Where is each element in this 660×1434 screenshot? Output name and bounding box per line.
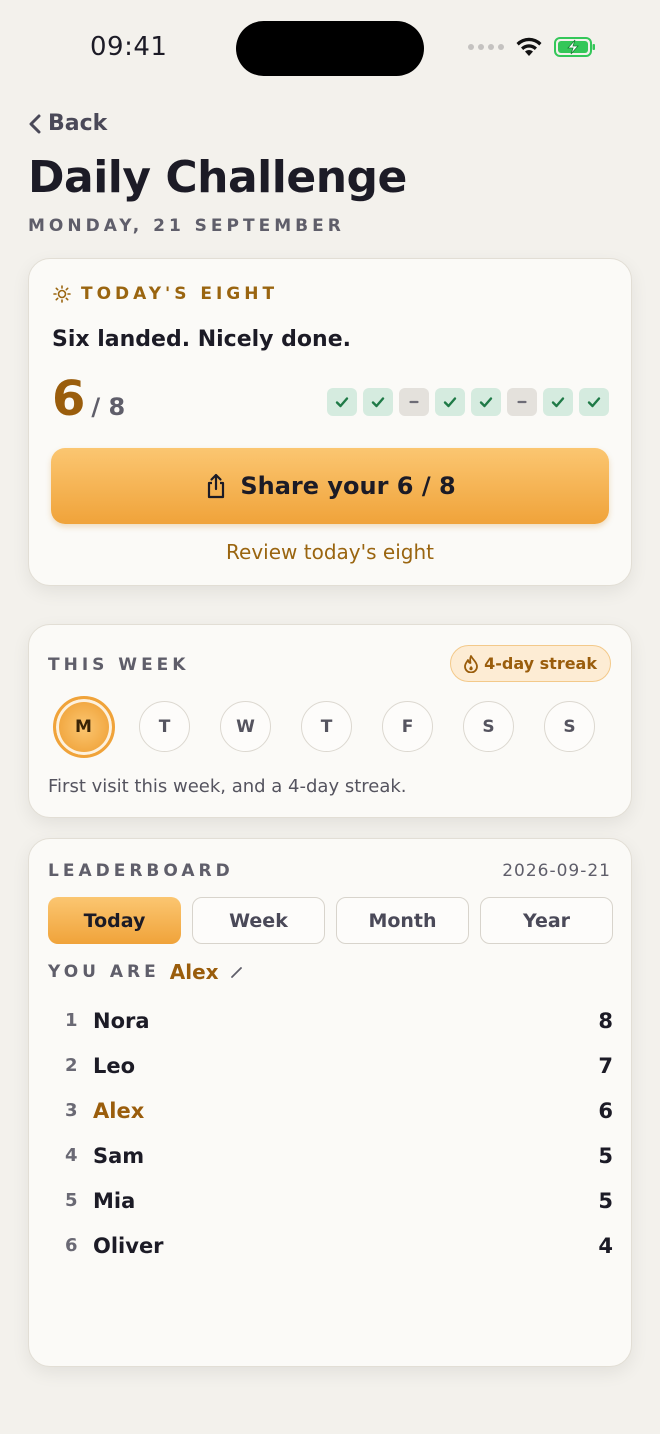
row-score: 5 [598,1188,613,1213]
week-card: THIS WEEK 4-day streak MTWTFSS First vis… [28,624,632,818]
leaderboard-list: 1 Nora 8 2 Leo 7 3 Alex 6 4 Sam 5 5 Mia 5 6 Oliver 4 [65,998,613,1268]
result-correct-icon [471,388,501,416]
row-rank: 6 [65,1235,78,1256]
review-link[interactable]: Review today's eight [29,540,631,564]
status-time: 09:41 [90,32,168,62]
back-label: Back [48,111,108,136]
you-name: Alex [169,960,219,984]
week-heading: THIS WEEK [48,655,190,675]
you-are-label: YOU ARE [48,962,160,982]
leaderboard-row: 4 Sam 5 [65,1133,613,1178]
leaderboard-row: 2 Leo 7 [65,1043,613,1088]
row-score: 8 [598,1008,613,1033]
row-player-name: Alex [93,1098,145,1123]
share-button[interactable]: Share your 6 / 8 [51,448,609,524]
wifi-icon [516,37,542,56]
today-heading-label: TODAY'S EIGHT [81,284,279,304]
row-player-name: Mia [93,1188,136,1213]
day-slot: T [139,701,190,752]
edit-pencil-icon[interactable] [229,964,245,980]
result-missed-icon [399,388,429,416]
day-circle-5: S [463,701,514,752]
row-score: 7 [598,1053,613,1078]
row-score: 5 [598,1143,613,1168]
share-icon [208,473,225,499]
sun-icon [53,285,71,303]
day-slot: S [544,701,595,752]
tab-month[interactable]: Month [336,897,469,944]
current-user: YOU ARE Alex [48,960,245,984]
day-slot: W [220,701,271,752]
row-player-name: Oliver [93,1233,164,1258]
result-correct-icon [579,388,609,416]
day-slot: S [463,701,514,752]
score-value: 6 [52,371,86,427]
result-correct-icon [327,388,357,416]
row-rank: 1 [65,1010,78,1031]
day-circle-3: T [301,701,352,752]
results-strip [327,388,609,416]
leaderboard-date: 2026-09-21 [502,861,611,881]
today-card: TODAY'S EIGHT Six landed. Nicely done. 6… [28,258,632,586]
result-message: Six landed. Nicely done. [52,327,351,352]
row-rank: 3 [65,1100,78,1121]
leaderboard-row: 3 Alex 6 [65,1088,613,1133]
row-rank: 4 [65,1145,78,1166]
week-note: First visit this week, and a 4-day strea… [48,776,407,797]
today-heading: TODAY'S EIGHT [53,284,278,304]
row-player-name: Leo [93,1053,136,1078]
row-rank: 2 [65,1055,78,1076]
row-score: 4 [598,1233,613,1258]
leaderboard-card: LEADERBOARD 2026-09-21 Today Week Month Yea… [28,838,632,1367]
status-indicators [468,36,596,58]
day-circle-1: T [139,701,190,752]
row-player-name: Sam [93,1143,145,1168]
page-title: Daily Challenge [28,152,407,203]
row-rank: 5 [65,1190,78,1211]
leaderboard-row: 5 Mia 5 [65,1178,613,1223]
day-slot: T [301,701,352,752]
result-correct-icon [435,388,465,416]
tab-year[interactable]: Year [480,897,613,944]
leaderboard-tabs: Today Week Month Year [48,897,613,944]
streak-badge: 4-day streak [450,645,611,682]
row-score: 6 [598,1098,613,1123]
back-button[interactable]: Back [28,111,107,136]
score-total: / 8 [91,393,126,421]
flame-icon [464,654,479,673]
leaderboard-heading: LEADERBOARD [48,861,234,881]
score-display: 6 / 8 [52,371,125,427]
chevron-left-icon [29,114,41,133]
cellular-signal-icon [468,44,504,50]
week-days: MTWTFSS [52,695,595,758]
dynamic-island [236,21,424,76]
battery-charging-icon [554,37,595,57]
result-missed-icon [507,388,537,416]
day-circle-2: W [220,701,271,752]
result-correct-icon [543,388,573,416]
streak-label: 4-day streak [484,654,597,673]
page-date: MONDAY, 21 SEPTEMBER [28,216,345,236]
day-circle-0: M [52,695,115,758]
leaderboard-row: 1 Nora 8 [65,998,613,1043]
day-slot: M [52,695,115,758]
row-player-name: Nora [93,1008,150,1033]
day-circle-6: S [544,701,595,752]
tab-week[interactable]: Week [192,897,325,944]
result-correct-icon [363,388,393,416]
share-label: Share your 6 / 8 [240,472,456,500]
leaderboard-row: 6 Oliver 4 [65,1223,613,1268]
tab-today[interactable]: Today [48,897,181,944]
day-circle-4: F [382,701,433,752]
day-slot: F [382,701,433,752]
